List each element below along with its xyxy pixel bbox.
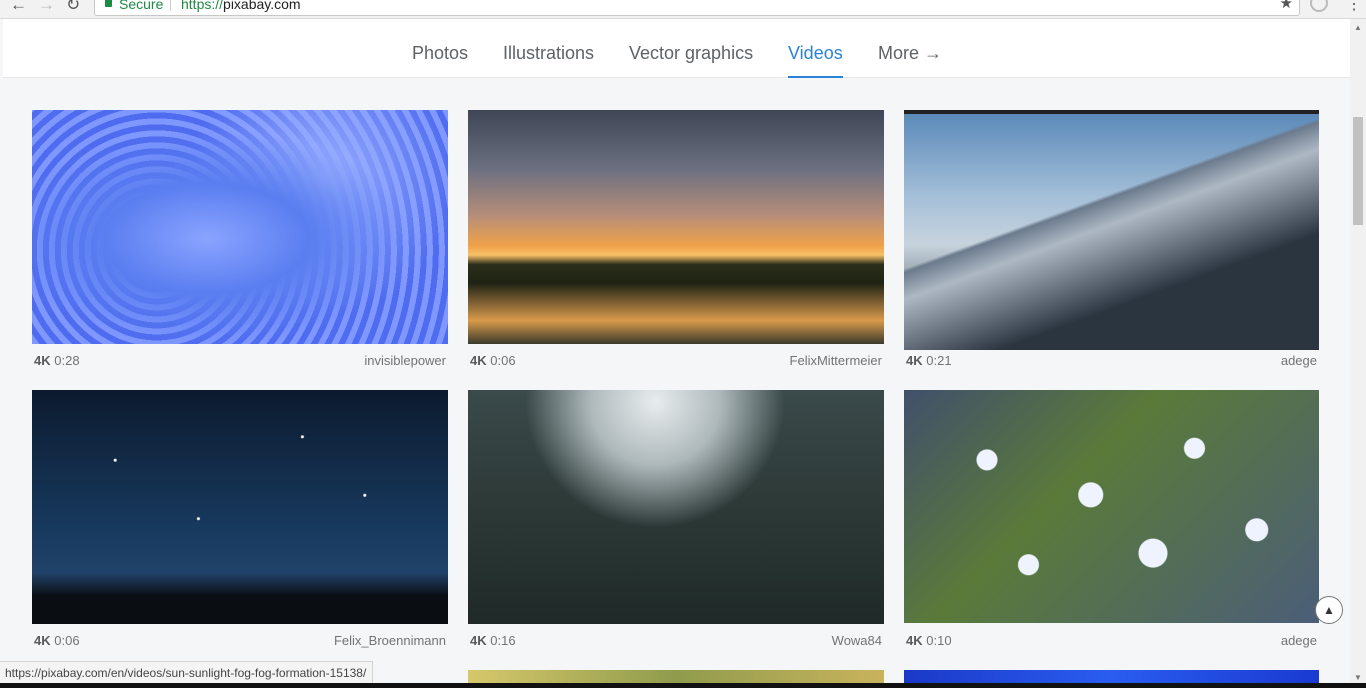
url-host: pixabay.com — [223, 0, 301, 12]
video-thumbnail[interactable] — [468, 110, 884, 344]
tab-more[interactable]: More → — [878, 43, 942, 64]
lock-icon — [105, 0, 112, 7]
extension-icon[interactable] — [1310, 0, 1328, 12]
scroll-thumb[interactable] — [1353, 117, 1363, 225]
browser-menu-icon[interactable]: ⋮ — [1346, 0, 1362, 14]
tab-illustrations[interactable]: Illustrations — [503, 43, 594, 64]
tab-videos[interactable]: Videos — [788, 43, 843, 78]
video-info: 4K 0:06 — [470, 353, 516, 368]
video-thumbnail[interactable] — [468, 390, 884, 624]
video-duration: 0:21 — [926, 353, 952, 368]
bookmark-star-icon[interactable]: ★ — [1280, 0, 1293, 15]
video-duration: 0:28 — [54, 353, 80, 368]
video-duration: 0:16 — [490, 633, 516, 648]
video-author[interactable]: Wowa84 — [832, 633, 882, 648]
video-info: 4K 0:10 — [906, 633, 952, 648]
video-author[interactable]: invisiblepower — [364, 353, 446, 368]
tab-vector-graphics[interactable]: Vector graphics — [629, 43, 753, 64]
quality-badge: 4K — [906, 633, 923, 648]
video-info: 4K 0:16 — [470, 633, 516, 648]
media-type-nav: Photos Illustrations Vector graphics Vid… — [3, 19, 1350, 78]
video-duration: 0:10 — [926, 633, 952, 648]
quality-badge: 4K — [470, 353, 487, 368]
video-thumbnail[interactable] — [32, 110, 448, 344]
scroll-to-top-button[interactable]: ▲ — [1315, 596, 1343, 624]
forward-arrow-icon[interactable]: → — [38, 0, 55, 14]
browser-toolbar: ← → ↻ Secure https://pixabay.com ★ ⋮ — [0, 0, 1366, 19]
secure-label: Secure — [119, 0, 164, 12]
video-info: 4K 0:06 — [34, 633, 80, 648]
address-separator — [170, 0, 171, 11]
quality-badge: 4K — [34, 633, 51, 648]
url-scheme: https:// — [181, 0, 224, 12]
link-status-bar: https://pixabay.com/en/videos/sun-sunlig… — [0, 661, 374, 685]
video-duration: 0:06 — [54, 633, 80, 648]
video-thumbnail[interactable] — [32, 390, 448, 624]
quality-badge: 4K — [34, 353, 51, 368]
video-info: 4K 0:21 — [906, 353, 952, 368]
url-text: https://pixabay.com — [181, 0, 301, 15]
scroll-down-icon[interactable]: ▼ — [1354, 673, 1362, 682]
page-scrollbar[interactable]: ▲ ▼ — [1350, 19, 1366, 688]
video-thumbnail[interactable] — [904, 670, 1319, 683]
quality-badge: 4K — [470, 633, 487, 648]
video-thumbnail[interactable] — [904, 390, 1319, 623]
back-arrow-icon[interactable]: ← — [10, 0, 27, 14]
os-taskbar — [0, 683, 1366, 688]
video-author[interactable]: adege — [1281, 633, 1317, 648]
video-info: 4K 0:28 — [34, 353, 80, 368]
video-author[interactable]: FelixMittermeier — [790, 353, 882, 368]
address-bar[interactable]: Secure https://pixabay.com ★ — [94, 0, 1300, 16]
tab-photos[interactable]: Photos — [412, 43, 468, 64]
scroll-up-icon[interactable]: ▲ — [1354, 23, 1362, 32]
video-duration: 0:06 — [490, 353, 516, 368]
video-thumbnail[interactable] — [468, 670, 884, 683]
video-author[interactable]: Felix_Broennimann — [334, 633, 446, 648]
reload-icon[interactable]: ↻ — [66, 0, 80, 14]
quality-badge: 4K — [906, 353, 923, 368]
video-thumbnail[interactable] — [904, 110, 1319, 350]
video-author[interactable]: adege — [1281, 353, 1317, 368]
